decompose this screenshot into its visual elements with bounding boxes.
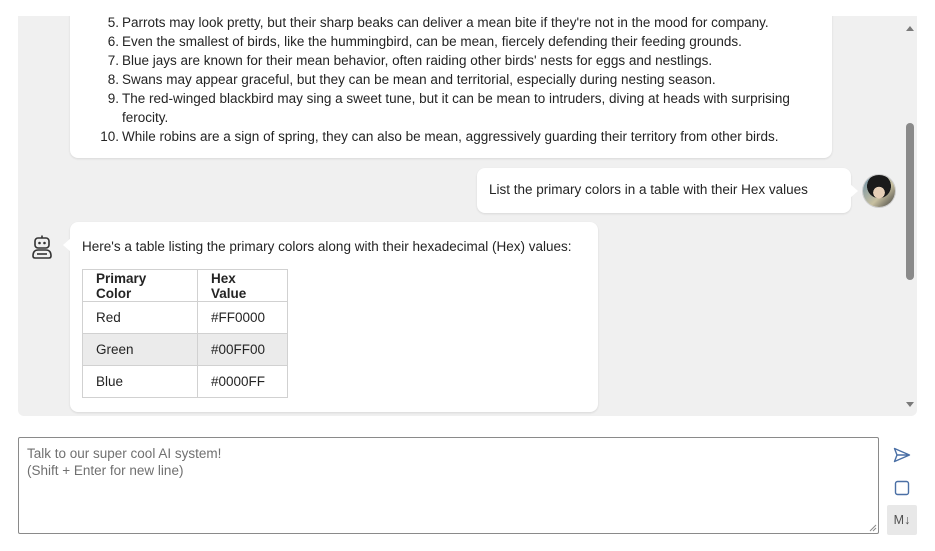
markdown-toggle-button[interactable]: M↓ [887, 505, 917, 535]
assistant-message: Here's a table listing the primary color… [63, 222, 598, 412]
bot-icon [32, 235, 52, 259]
scroll-down-arrow-icon[interactable] [906, 402, 914, 407]
table-row: Green #00FF00 [82, 333, 288, 366]
primary-colors-table: Primary Color Hex Value Red #FF0000 Gree… [82, 269, 288, 398]
list-text: The red-winged blackbird may sing a swee… [122, 91, 790, 125]
list-text: Even the smallest of birds, like the hum… [122, 34, 742, 49]
chat-scrollbar[interactable] [903, 16, 917, 416]
table-cell: Blue [82, 365, 198, 398]
table-cell: #FF0000 [197, 301, 288, 334]
list-item: 10. While robins are a sign of spring, th… [99, 127, 824, 146]
user-message: List the primary colors in a table with … [477, 168, 858, 213]
message-input-container [18, 437, 879, 534]
assistant-message-text: Here's a table listing the primary color… [82, 239, 572, 254]
list-item: 6. Even the smallest of birds, like the h… [99, 32, 824, 51]
send-icon [893, 447, 911, 463]
table-header-row: Primary Color Hex Value [82, 269, 288, 302]
table-row: Red #FF0000 [82, 301, 288, 334]
scroll-thumb[interactable] [906, 123, 914, 280]
scroll-up-arrow-icon[interactable] [906, 26, 914, 31]
list-number: 5. [107, 16, 119, 30]
list-number: 8. [107, 72, 119, 87]
table-cell: Red [82, 301, 198, 334]
send-button[interactable] [887, 440, 917, 470]
stop-icon [894, 480, 910, 496]
list-number: 6. [107, 34, 119, 49]
stop-button[interactable] [887, 473, 917, 503]
list-text: While robins are a sign of spring, they … [122, 129, 779, 144]
assistant-message-list: 5. Parrots may look pretty, but their sha… [70, 16, 832, 158]
table-header: Hex Value [197, 269, 288, 302]
list-item: 5. Parrots may look pretty, but their sha… [99, 16, 824, 32]
list-text: Swans may appear graceful, but they can … [122, 72, 716, 87]
table-cell: Green [82, 333, 198, 366]
bird-list: 5. Parrots may look pretty, but their sha… [99, 16, 824, 146]
message-input[interactable] [19, 438, 878, 533]
list-item: 7. Blue jays are known for their mean beh… [99, 51, 824, 70]
list-text: Parrots may look pretty, but their sharp… [122, 16, 769, 30]
user-message-text: List the primary colors in a table with … [489, 182, 808, 197]
list-item: 8. Swans may appear graceful, but they ca… [99, 70, 824, 89]
table-header: Primary Color [82, 269, 198, 302]
resize-grip-icon[interactable] [869, 524, 877, 532]
list-number: 10. [100, 129, 119, 144]
list-number: 7. [107, 53, 119, 68]
table-cell: #00FF00 [197, 333, 288, 366]
chat-history[interactable]: 5. Parrots may look pretty, but their sha… [18, 16, 917, 416]
table-cell: #0000FF [197, 365, 288, 398]
table-row: Blue #0000FF [82, 365, 288, 398]
user-avatar [863, 175, 895, 207]
list-item: 9. The red-winged blackbird may sing a sw… [99, 89, 824, 127]
list-number: 9. [107, 91, 119, 106]
list-text: Blue jays are known for their mean behav… [122, 53, 713, 68]
